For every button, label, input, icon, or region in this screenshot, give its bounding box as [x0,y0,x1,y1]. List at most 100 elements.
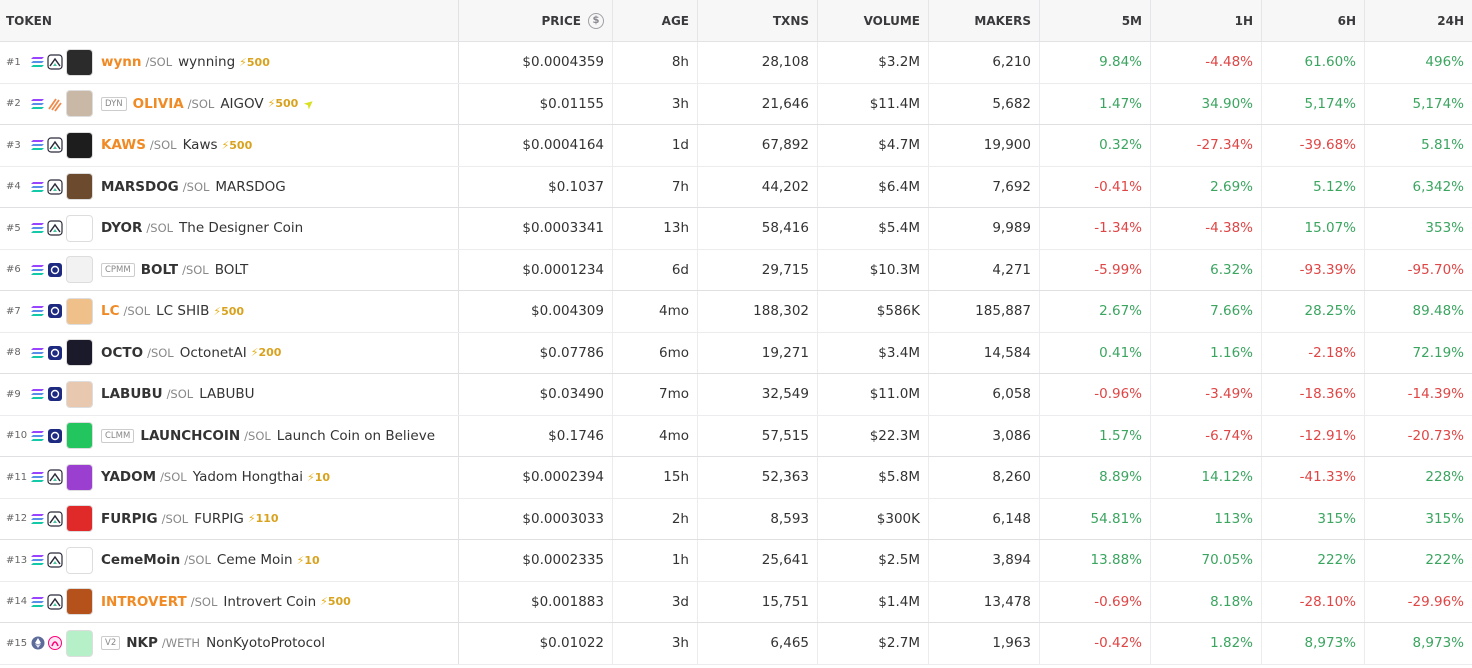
table-row[interactable]: #7 LC/SOL LC SHIB ⚡500 $0.004309 4mo 188,302 $5… [0,291,1472,333]
header-price[interactable]: PRICE $ [459,0,613,41]
header-txns[interactable]: TXNS [698,0,818,41]
rank-label: #2 [6,98,21,110]
table-row[interactable]: #12 FURPIG/SOL FURPIG ⚡110 $0.0003033 2h 8,593… [0,498,1472,540]
token-name[interactable]: wynning [178,54,235,70]
table-row[interactable]: #11 YADOM/SOL Yadom Hongthai ⚡10 $0.0002394 1… [0,457,1472,499]
token-cell[interactable]: #10 CLMM LAUNCHCOIN/SOL Launch Coin on Beli… [0,415,459,456]
token-symbol[interactable]: OLIVIA [133,96,184,112]
change-5m-cell: 54.81% [1040,498,1151,539]
token-name[interactable]: Kaws [183,137,218,153]
solana-icon [31,553,45,567]
table-row[interactable]: #2 DYN OLIVIA/SOL AIGOV ⚡500 ➤ $0.01155 3h 21,64… [0,83,1472,125]
table-row[interactable]: #8 OCTO/SOL OctonetAI ⚡200 $0.07786 6mo 19,271… [0,332,1472,374]
quote-pair: /SOL [166,387,194,402]
token-symbol[interactable]: YADOM [101,469,156,485]
change-6h-cell: -39.68% [1262,125,1365,166]
change-6h-cell: 28.25% [1262,291,1365,332]
token-name[interactable]: BOLT [215,262,249,278]
currency-toggle-icon[interactable]: $ [588,12,604,29]
token-avatar [66,463,93,491]
change-5m-cell: -0.96% [1040,374,1151,415]
token-name[interactable]: LC SHIB [156,303,209,319]
token-avatar [66,629,93,657]
volume-cell: $300K [818,498,929,539]
rank-label: #3 [6,139,21,151]
makers-cell: 19,900 [929,125,1040,166]
table-row[interactable]: #13 CemeMoin/SOL Ceme Moin ⚡10 $0.0002335 1h 2… [0,540,1472,582]
token-name[interactable]: Launch Coin on Believe [277,428,435,444]
boost-badge: ⚡500 [222,139,253,152]
makers-cell: 14,584 [929,332,1040,373]
token-cell[interactable]: #15 V2 NKP/WETH NonKyotoProtocol [0,623,459,664]
table-row[interactable]: #1 wynn/SOL wynning ⚡500 $0.0004359 8h 28,108 $… [0,42,1472,84]
token-cell[interactable]: #3 KAWS/SOL Kaws ⚡500 [0,125,459,166]
change-5m-cell: 0.41% [1040,332,1151,373]
header-age[interactable]: AGE [613,0,698,41]
table-row[interactable]: #9 LABUBU/SOL LABUBU $0.03490 7mo 32,549 $11.0… [0,374,1472,416]
change-6h-cell: 315% [1262,498,1365,539]
token-symbol[interactable]: BOLT [141,262,178,278]
token-cell[interactable]: #12 FURPIG/SOL FURPIG ⚡110 [0,498,459,539]
token-symbol[interactable]: INTROVERT [101,594,187,610]
token-cell[interactable]: #4 MARSDOG/SOL MARSDOG [0,166,459,207]
change-24h-cell: 353% [1425,220,1464,237]
token-name[interactable]: OctonetAI [180,345,247,361]
token-symbol[interactable]: CemeMoin [101,552,180,568]
quote-pair: /SOL [161,511,189,526]
token-name[interactable]: Introvert Coin [223,594,316,610]
token-name[interactable]: Ceme Moin [217,552,293,568]
change-1h-cell: 8.18% [1151,581,1262,622]
token-symbol[interactable]: KAWS [101,137,146,153]
meteora-icon [47,386,63,402]
token-name[interactable]: NonKyotoProtocol [206,635,325,651]
header-makers[interactable]: MAKERS [929,0,1040,41]
token-name[interactable]: Yadom Hongthai [193,469,303,485]
token-symbol[interactable]: OCTO [101,345,143,361]
boost-value: 500 [275,97,299,111]
table-row[interactable]: #3 KAWS/SOL Kaws ⚡500 $0.0004164 1d 67,892 $4.7… [0,125,1472,167]
token-symbol[interactable]: LAUNCHCOIN [140,428,240,444]
token-cell[interactable]: #13 CemeMoin/SOL Ceme Moin ⚡10 [0,540,459,581]
txns-cell: 58,416 [698,208,818,249]
solana-icon [31,55,45,69]
token-symbol[interactable]: MARSDOG [101,179,179,195]
token-name[interactable]: The Designer Coin [179,220,303,236]
token-symbol[interactable]: LABUBU [101,386,163,402]
token-name[interactable]: MARSDOG [215,179,285,195]
token-cell[interactable]: #6 CPMM BOLT/SOL BOLT [0,249,459,290]
header-volume[interactable]: VOLUME [818,0,929,41]
table-row[interactable]: #10 CLMM LAUNCHCOIN/SOL Launch Coin on Beli… [0,415,1472,457]
table-row[interactable]: #5 DYOR/SOL The Designer Coin $0.0003341 13h… [0,208,1472,250]
table-row[interactable]: #14 INTROVERT/SOL Introvert Coin ⚡500 $0.001… [0,581,1472,623]
table-row[interactable]: #6 CPMM BOLT/SOL BOLT $0.0001234 6d 29,715 $10.… [0,249,1472,291]
change-1h-cell: -27.34% [1151,125,1262,166]
token-cell[interactable]: #11 YADOM/SOL Yadom Hongthai ⚡10 [0,457,459,498]
token-symbol[interactable]: DYOR [101,220,142,236]
token-name[interactable]: FURPIG [194,511,244,527]
token-cell[interactable]: #2 DYN OLIVIA/SOL AIGOV ⚡500 ➤ [0,83,459,124]
token-symbol[interactable]: FURPIG [101,511,158,527]
table-row[interactable]: #15 V2 NKP/WETH NonKyotoProtocol $0.01022 3h 6… [0,623,1472,665]
token-symbol[interactable]: wynn [101,54,142,70]
token-cell[interactable]: #9 LABUBU/SOL LABUBU [0,374,459,415]
table-row[interactable]: #4 MARSDOG/SOL MARSDOG $0.1037 7h 44,202 $6.4M… [0,166,1472,208]
makers-cell: 3,894 [929,540,1040,581]
header-1h[interactable]: 1H [1151,0,1262,41]
change-6h-cell: -93.39% [1262,249,1365,290]
token-name[interactable]: LABUBU [199,386,254,402]
token-cell[interactable]: #8 OCTO/SOL OctonetAI ⚡200 [0,332,459,373]
price-cell: $0.0001234 [459,249,613,290]
header-6h[interactable]: 6H [1262,0,1365,41]
header-token[interactable]: TOKEN [0,0,459,41]
token-name[interactable]: AIGOV [220,96,263,112]
token-avatar [66,339,93,367]
token-cell[interactable]: #7 LC/SOL LC SHIB ⚡500 [0,291,459,332]
header-5m[interactable]: 5M [1040,0,1151,41]
header-24h[interactable]: 24H [1365,0,1472,41]
token-cell[interactable]: #5 DYOR/SOL The Designer Coin [0,208,459,249]
token-symbol[interactable]: NKP [126,635,158,651]
token-cell[interactable]: #14 INTROVERT/SOL Introvert Coin ⚡500 [0,581,459,622]
age-cell: 8h [613,42,698,83]
token-symbol[interactable]: LC [101,303,120,319]
token-cell[interactable]: #1 wynn/SOL wynning ⚡500 [0,42,459,83]
